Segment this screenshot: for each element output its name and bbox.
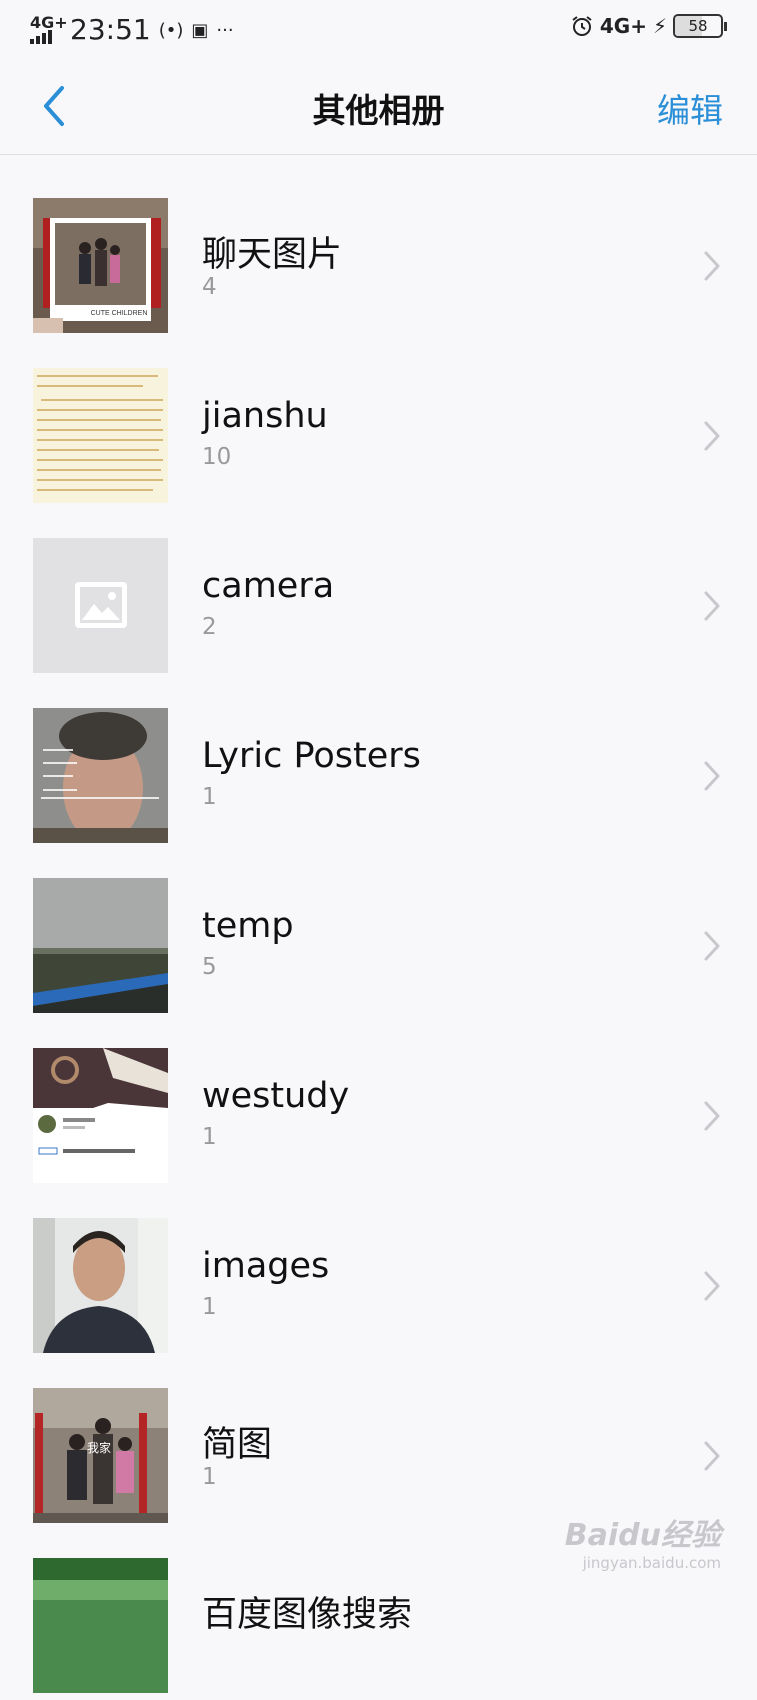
album-thumbnail — [33, 878, 168, 1013]
thumbnail-caption: CUTE CHILDREN — [91, 310, 148, 317]
album-item[interactable]: camera 2 — [0, 510, 757, 680]
album-count: 2 — [202, 614, 217, 640]
thumbnail-caption: 我家 — [87, 1440, 111, 1455]
album-name: temp — [202, 906, 294, 946]
notification-icon: ▣ — [191, 19, 209, 41]
page-title: 其他相册 — [312, 91, 445, 130]
album-thumbnail — [33, 1218, 168, 1353]
album-count: 10 — [202, 444, 232, 470]
watermark-url: jingyan.baidu.com — [582, 1554, 721, 1572]
album-list: CUTE CHILDREN 聊天图片 4 jianshu 10 camera 2… — [0, 170, 757, 1700]
chevron-right-icon — [704, 251, 720, 281]
hotspot-icon: (•) — [158, 19, 184, 41]
chevron-right-icon — [704, 421, 720, 451]
chevron-right-icon — [704, 931, 720, 961]
album-count: 1 — [202, 1294, 217, 1320]
album-thumbnail — [33, 1558, 168, 1693]
chevron-right-icon — [704, 1271, 720, 1301]
battery-icon: 58 — [673, 14, 727, 38]
album-name: Lyric Posters — [202, 736, 421, 776]
album-name: 简图 — [202, 1425, 273, 1465]
battery-level: 58 — [688, 17, 708, 35]
back-button[interactable] — [36, 82, 76, 130]
album-thumbnail — [33, 1048, 168, 1183]
network-type-label: 4G+ — [599, 14, 647, 38]
status-bar: 4G+ 23:51 (•) ▣ ··· 4G+ ⚡ 58 — [0, 0, 757, 60]
status-left: 4G+ 23:51 (•) ▣ ··· — [30, 12, 234, 48]
edit-button[interactable]: 编辑 — [657, 84, 723, 132]
album-count: 1 — [202, 784, 217, 810]
album-thumbnail: 我家 — [33, 1388, 168, 1523]
album-name: camera — [202, 566, 335, 606]
album-thumbnail — [33, 538, 168, 673]
chevron-right-icon — [704, 591, 720, 621]
chevron-right-icon — [704, 1441, 720, 1471]
album-name: jianshu — [202, 396, 328, 436]
album-item[interactable]: 我家 简图 1 — [0, 1360, 757, 1530]
album-item[interactable]: CUTE CHILDREN 聊天图片 4 — [0, 170, 757, 340]
status-right: 4G+ ⚡ 58 — [570, 14, 727, 38]
album-thumbnail — [33, 368, 168, 503]
more-notifications-icon: ··· — [216, 19, 234, 41]
album-item[interactable]: images 1 — [0, 1190, 757, 1360]
status-time: 23:51 — [70, 13, 151, 46]
album-count: 5 — [202, 954, 217, 980]
chevron-right-icon — [704, 761, 720, 791]
album-count: 1 — [202, 1464, 217, 1490]
signal-icon: 4G+ — [30, 15, 68, 44]
album-name: westudy — [202, 1076, 350, 1116]
album-item[interactable]: Lyric Posters 1 — [0, 680, 757, 850]
baidu-watermark: Baidu经验 jingyan.baidu.com — [565, 1510, 721, 1572]
album-item[interactable]: jianshu 10 — [0, 340, 757, 510]
album-name: 聊天图片 — [202, 235, 343, 275]
album-name: 百度图像搜索 — [202, 1595, 413, 1635]
chevron-right-icon — [704, 1101, 720, 1131]
network-label: 4G+ — [30, 13, 68, 32]
watermark-logo: Baidu经验 — [564, 1518, 721, 1553]
charging-icon: ⚡ — [652, 14, 667, 38]
album-thumbnail — [33, 708, 168, 843]
image-placeholder-icon — [33, 538, 168, 673]
album-item[interactable]: westudy 1 — [0, 1020, 757, 1190]
album-item[interactable]: temp 5 — [0, 850, 757, 1020]
album-thumbnail: CUTE CHILDREN — [33, 198, 168, 333]
album-count: 1 — [202, 1124, 217, 1150]
nav-bar: 其他相册 编辑 — [0, 60, 757, 155]
album-name: images — [202, 1246, 330, 1286]
alarm-icon — [572, 16, 592, 36]
album-count: 4 — [202, 274, 217, 300]
